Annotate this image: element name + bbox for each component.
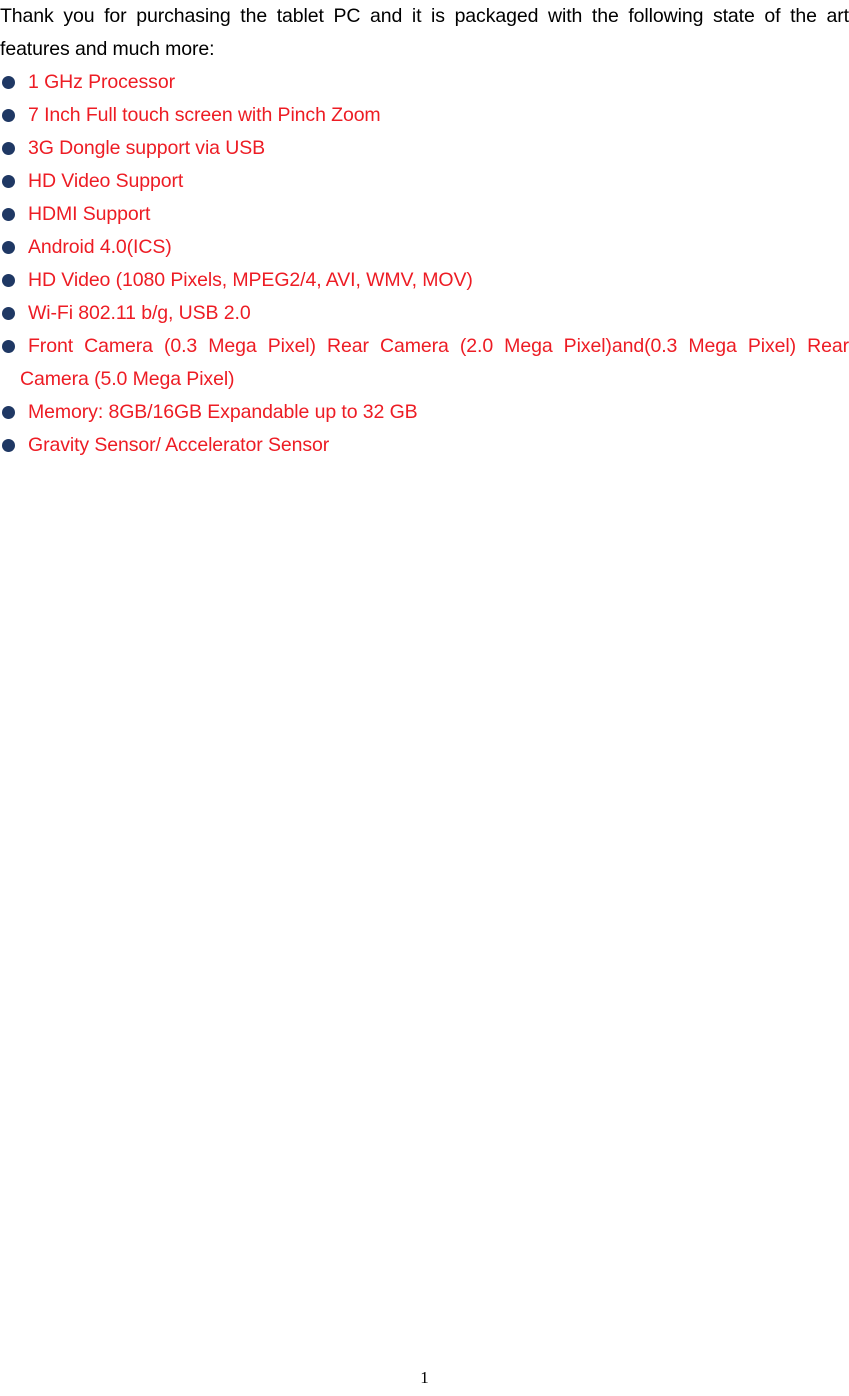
list-item: Android 4.0(ICS)	[0, 231, 849, 264]
filled-circle-bullet-icon	[2, 340, 15, 353]
list-item: Memory: 8GB/16GB Expandable up to 32 GB	[0, 396, 849, 429]
list-item: HD Video Support	[0, 165, 849, 198]
list-item: 7 Inch Full touch screen with Pinch Zoom	[0, 99, 849, 132]
list-item-label: 3G Dongle support via USB	[28, 137, 266, 159]
list-item: Wi-Fi 802.11 b/g, USB 2.0	[0, 297, 849, 330]
list-item: 1 GHz Processor	[0, 66, 849, 99]
filled-circle-bullet-icon	[2, 76, 15, 89]
list-item-label: HDMI Support	[28, 203, 151, 225]
filled-circle-bullet-icon	[2, 109, 15, 122]
intro-paragraph: Thank you for purchasing the tablet PC a…	[0, 5, 849, 60]
filled-circle-bullet-icon	[2, 439, 15, 452]
list-item: Gravity Sensor/ Accelerator Sensor	[0, 429, 849, 462]
list-item: HD Video (1080 Pixels, MPEG2/4, AVI, WMV…	[0, 264, 849, 297]
list-item-label: Gravity Sensor/ Accelerator Sensor	[28, 434, 330, 456]
filled-circle-bullet-icon	[2, 175, 15, 188]
list-item: HDMI Support	[0, 198, 849, 231]
list-item-label: Memory: 8GB/16GB Expandable up to 32 GB	[28, 401, 418, 423]
list-item-label: 7 Inch Full touch screen with Pinch Zoom	[28, 104, 381, 126]
list-item: Front Camera (0.3 Mega Pixel) Rear Camer…	[0, 330, 849, 396]
list-item: 3G Dongle support via USB	[0, 132, 849, 165]
list-item-label: Wi-Fi 802.11 b/g, USB 2.0	[28, 302, 251, 324]
page-content: Thank you for purchasing the tablet PC a…	[0, 0, 849, 462]
document-page: Thank you for purchasing the tablet PC a…	[0, 0, 849, 1396]
filled-circle-bullet-icon	[2, 208, 15, 221]
filled-circle-bullet-icon	[2, 241, 15, 254]
filled-circle-bullet-icon	[2, 406, 15, 419]
filled-circle-bullet-icon	[2, 274, 15, 287]
list-item-label: HD Video (1080 Pixels, MPEG2/4, AVI, WMV…	[28, 269, 473, 291]
list-item-label: Android 4.0(ICS)	[28, 236, 172, 258]
filled-circle-bullet-icon	[2, 307, 15, 320]
feature-list: 1 GHz Processor 7 Inch Full touch screen…	[0, 66, 849, 462]
filled-circle-bullet-icon	[2, 142, 15, 155]
list-item-label: Front Camera (0.3 Mega Pixel) Rear Camer…	[20, 335, 849, 390]
list-item-label: 1 GHz Processor	[28, 71, 175, 93]
page-number: 1	[420, 1368, 429, 1387]
list-item-label: HD Video Support	[28, 170, 184, 192]
